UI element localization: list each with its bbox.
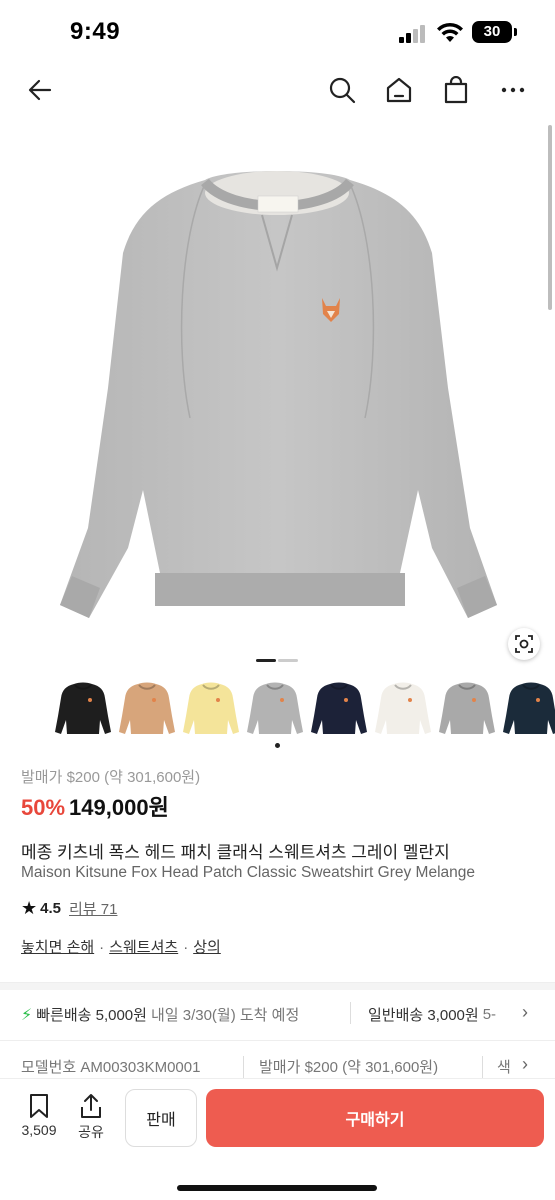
sale-price: 149,000원 — [69, 795, 169, 820]
chevron-right-icon[interactable]: › — [522, 1002, 528, 1023]
category-tags: 놓치면 손해 · 스웨트셔츠 · 상의 — [21, 939, 221, 956]
sell-button[interactable]: 판매 — [125, 1089, 197, 1147]
bottom-action-bar: 3,509 공유 판매 구매하기 — [0, 1078, 555, 1200]
price-row: 50% 149,000원 — [21, 790, 169, 822]
scrollbar[interactable] — [548, 125, 552, 310]
lightning-icon: ⚡ — [21, 1006, 33, 1024]
spec-release-price: 발매가 $200 (약 301,600원) — [259, 1059, 439, 1076]
tag-link[interactable]: 스웨트셔츠 — [109, 939, 178, 956]
share-button[interactable]: 공유 — [71, 1093, 111, 1142]
bookmark-count: 3,509 — [21, 1122, 57, 1138]
top-nav — [0, 62, 555, 118]
color-thumbnails — [0, 676, 555, 746]
wifi-icon — [437, 22, 463, 42]
battery-indicator: 30 — [472, 21, 517, 43]
color-thumbnail[interactable] — [52, 676, 114, 742]
color-thumbnail[interactable] — [244, 676, 306, 742]
delivery-options[interactable]: ⚡ 빠른배송 5,000원 내일 3/30(월) 도착 예정 일반배송 3,00… — [0, 990, 555, 1040]
color-thumbnail[interactable] — [500, 676, 555, 742]
release-price: 발매가 $200 (약 301,600원) — [21, 769, 201, 786]
selected-thumbnail-dot — [275, 743, 280, 748]
review-link[interactable]: 리뷰 71 — [69, 898, 117, 919]
star-icon: ★ — [21, 898, 38, 918]
chevron-right-icon[interactable]: › — [522, 1054, 528, 1075]
normal-delivery-eta: 5- — [482, 1006, 497, 1023]
discount-rate: 50% — [21, 795, 66, 820]
lens-icon — [515, 635, 533, 653]
color-thumbnail[interactable] — [372, 676, 434, 742]
color-thumbnail[interactable] — [436, 676, 498, 742]
image-search-button[interactable] — [508, 628, 540, 660]
status-bar: 9:49 30 — [0, 0, 555, 62]
divider — [482, 1056, 483, 1078]
divider — [0, 1040, 555, 1041]
status-time: 9:49 — [70, 18, 121, 45]
divider — [243, 1056, 244, 1078]
fast-delivery-eta: 내일 3/30(월) 도착 예정 — [150, 1007, 300, 1024]
back-arrow-icon[interactable] — [24, 74, 56, 106]
product-title-en: Maison Kitsune Fox Head Patch Classic Sw… — [21, 864, 476, 881]
share-label: 공유 — [78, 1124, 104, 1140]
color-thumbnail[interactable] — [180, 676, 242, 742]
color-thumbnail[interactable] — [308, 676, 370, 742]
more-icon[interactable] — [497, 74, 529, 106]
slide-indicator-active — [256, 659, 276, 662]
color-thumbnail[interactable] — [116, 676, 178, 742]
normal-delivery-label: 일반배송 3,000원 — [368, 1007, 479, 1024]
rating-score: 4.5 — [40, 900, 61, 917]
fast-delivery-label: 빠른배송 5,000원 — [36, 1007, 147, 1024]
tag-link[interactable]: 상의 — [193, 939, 221, 956]
slide-indicator — [278, 659, 298, 662]
home-icon[interactable] — [383, 74, 415, 106]
sweatshirt-image — [60, 171, 497, 618]
shopping-bag-icon[interactable] — [440, 74, 472, 106]
home-indicator — [177, 1185, 377, 1191]
search-icon[interactable] — [326, 74, 358, 106]
fast-delivery[interactable]: ⚡ 빠른배송 5,000원 내일 3/30(월) 도착 예정 — [21, 1004, 299, 1025]
divider — [350, 1002, 351, 1024]
product-image[interactable] — [0, 118, 555, 678]
cellular-signal-icon — [399, 25, 427, 43]
share-icon — [81, 1094, 101, 1118]
model-number: 모델번호 AM00303KM0001 — [21, 1059, 201, 1076]
bookmark-button[interactable]: 3,509 — [19, 1093, 59, 1138]
rating-row: ★ 4.5 리뷰 71 — [21, 898, 117, 919]
normal-delivery[interactable]: 일반배송 3,000원 5- — [368, 1004, 496, 1025]
section-divider — [0, 982, 555, 990]
spec-color: 색 — [497, 1059, 511, 1076]
product-title-ko: 메종 키츠네 폭스 헤드 패치 클래식 스웨트셔츠 그레이 멜란지 — [21, 843, 450, 862]
bookmark-icon — [30, 1094, 48, 1118]
buy-button[interactable]: 구매하기 — [206, 1089, 544, 1147]
tag-link[interactable]: 놓치면 손해 — [21, 939, 94, 956]
